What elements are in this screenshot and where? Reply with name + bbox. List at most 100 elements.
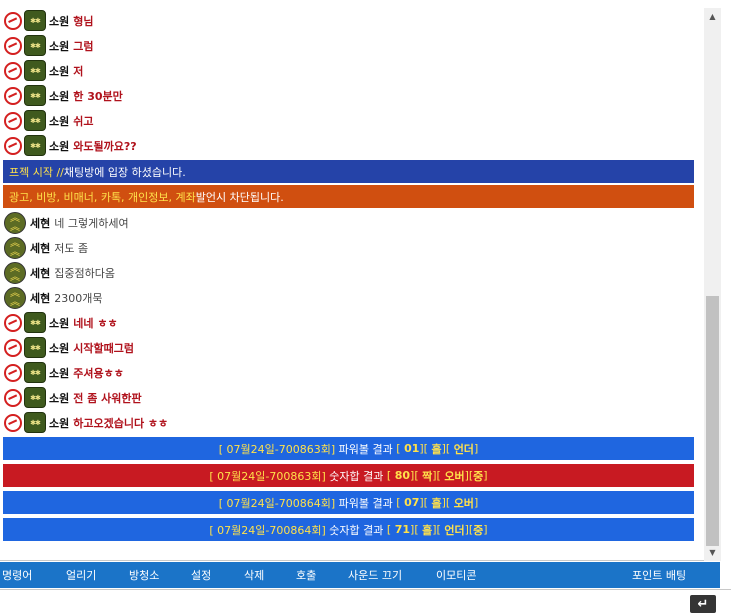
chat-message-list[interactable]: ✱✱ 소원 형님 ✱✱ 소원 그럼 ✱✱ 소원 저 ✱✱ 소원 한 30분만 ✱… (0, 8, 704, 561)
sergeant-chevron-icon: ︽ ︽ (4, 261, 26, 284)
chat-text: 집중점하다옴 (54, 266, 115, 280)
chat-message: ✱✱ 소원 한 30분만 (0, 83, 704, 108)
emoticon-menu[interactable]: 이모티콘 (436, 567, 476, 583)
freeze-menu[interactable]: 얼리기 (66, 567, 96, 583)
chat-username[interactable]: 소원 (49, 415, 69, 431)
notice-prefix: 프젝 시작 // (9, 165, 64, 179)
result-size: 중 (473, 523, 484, 537)
game-result-powerball: [ 07월24일-700864회] 파워볼 결과 [ 07] [ 홀] [ 오버… (3, 491, 694, 514)
anti-symbol-icon (4, 313, 22, 332)
anti-symbol-icon (4, 388, 22, 407)
chat-message: ✱✱ 소원 와도될까요?? (0, 133, 704, 158)
anti-symbol-icon (4, 111, 22, 130)
scroll-thumb[interactable] (706, 296, 719, 546)
chat-text: 2300개묵 (54, 291, 103, 305)
chat-message: ︽ ︽ 세현 2300개묵 (0, 285, 704, 310)
chat-text: 시작할때그럼 (73, 341, 134, 355)
chat-text: 그럼 (73, 39, 94, 53)
chat-text: 형님 (73, 14, 94, 28)
result-overunder: 언더 (453, 442, 474, 456)
anti-symbol-icon (4, 86, 22, 105)
result-game: 숫자합 결과 (329, 469, 384, 483)
chat-username[interactable]: 세현 (30, 215, 50, 231)
sergeant-chevron-icon: ︽ ︽ (4, 236, 26, 259)
result-overunder: 오버 (453, 496, 474, 510)
chat-text: 저 (73, 64, 84, 78)
enter-icon: ↵ (697, 596, 709, 612)
chat-username[interactable]: 소원 (49, 38, 69, 54)
chat-message: ︽ ︽ 세현 집중점하다옴 (0, 260, 704, 285)
chat-username[interactable]: 소원 (49, 138, 69, 154)
welcome-notice: 프젝 시작 // 채팅방에 입장 하셨습니다. (3, 160, 694, 183)
anti-symbol-icon (4, 61, 22, 80)
military-rank-icon: ✱✱ (24, 110, 46, 131)
chat-message: ✱✱ 소원 저 (0, 58, 704, 83)
window-edge (721, 0, 731, 561)
chat-username[interactable]: 세현 (30, 240, 50, 256)
send-button[interactable]: ↵ (690, 595, 716, 613)
chat-message: ✱✱ 소원 형님 (0, 8, 704, 33)
chat-text: 와도될까요?? (73, 139, 137, 153)
result-number: 07 (404, 496, 420, 509)
sergeant-chevron-icon: ︽ ︽ (4, 211, 26, 234)
chat-username[interactable]: 소원 (49, 13, 69, 29)
chat-username[interactable]: 소원 (49, 88, 69, 104)
anti-symbol-icon (4, 413, 22, 432)
result-overunder: 오버 (444, 469, 465, 483)
military-rank-icon: ✱✱ (24, 135, 46, 156)
military-rank-icon: ✱✱ (24, 60, 46, 81)
point-bet-menu[interactable]: 포인트 배팅 (632, 567, 686, 583)
result-oddeven: 짝 (422, 469, 433, 483)
chat-menu-bar: 명령어 얼리기 방청소 설정 삭제 호출 사운드 끄기 이모티콘 포인트 배팅 (0, 562, 720, 588)
clean-menu[interactable]: 방청소 (129, 567, 159, 583)
chat-input[interactable] (0, 589, 731, 613)
military-rank-icon: ✱✱ (24, 362, 46, 383)
chat-username[interactable]: 소원 (49, 365, 69, 381)
chat-username[interactable]: 소원 (49, 113, 69, 129)
result-game: 파워볼 결과 (338, 442, 393, 456)
sound-off-menu[interactable]: 사운드 끄기 (348, 567, 402, 583)
military-rank-icon: ✱✱ (24, 10, 46, 31)
chat-message: ︽ ︽ 세현 저도 좀 (0, 235, 704, 260)
military-rank-icon: ✱✱ (24, 337, 46, 358)
game-result-numbersum: [ 07월24일-700864회] 숫자합 결과 [ 71] [ 홀] [ 언더… (3, 518, 694, 541)
result-number: 80 (394, 469, 411, 482)
warning-notice: 광고, 비방, 비매너, 카톡, 개인정보, 계좌 발언시 차단됩니다. (3, 185, 694, 208)
notice-prefix: 광고, 비방, 비매너, 카톡, 개인정보, 계좌 (9, 190, 196, 204)
chat-username[interactable]: 소원 (49, 63, 69, 79)
chat-username[interactable]: 소원 (49, 315, 69, 331)
chat-message: ✱✱ 소원 전 좀 사워한판 (0, 385, 704, 410)
commands-menu[interactable]: 명령어 (2, 567, 32, 583)
chat-text: 네네 ㅎㅎ (73, 316, 118, 330)
chat-message: ✱✱ 소원 시작할때그럼 (0, 335, 704, 360)
chat-text: 주셔용ㅎㅎ (73, 366, 124, 380)
anti-symbol-icon (4, 136, 22, 155)
settings-menu[interactable]: 설정 (191, 567, 211, 583)
chat-text: 전 좀 사워한판 (73, 391, 142, 405)
call-menu[interactable]: 호출 (296, 567, 316, 583)
result-oddeven: 홀 (422, 523, 433, 537)
chat-text: 쉬고 (73, 114, 94, 128)
military-rank-icon: ✱✱ (24, 312, 46, 333)
chat-message: ✱✱ 소원 그럼 (0, 33, 704, 58)
delete-menu[interactable]: 삭제 (244, 567, 264, 583)
chat-username[interactable]: 세현 (30, 265, 50, 281)
chat-window: ✱✱ 소원 형님 ✱✱ 소원 그럼 ✱✱ 소원 저 ✱✱ 소원 한 30분만 ✱… (0, 0, 731, 561)
chat-message: ︽ ︽ 세현 네 그렇게하세여 (0, 210, 704, 235)
anti-symbol-icon (4, 338, 22, 357)
chat-username[interactable]: 소원 (49, 390, 69, 406)
game-result-numbersum: [ 07월24일-700863회] 숫자합 결과 [ 80] [ 짝] [ 오버… (3, 464, 694, 487)
result-overunder: 언더 (444, 523, 465, 537)
chat-username[interactable]: 세현 (30, 290, 50, 306)
result-round: [ 07월24일-700863회] (209, 469, 326, 483)
sergeant-chevron-icon: ︽ ︽ (4, 286, 26, 309)
scroll-up-arrow-icon[interactable]: ▲ (704, 8, 721, 25)
chat-username[interactable]: 소원 (49, 340, 69, 356)
result-round: [ 07월24일-700864회] (209, 523, 326, 537)
result-round: [ 07월24일-700863회] (218, 442, 336, 456)
result-number: 01 (404, 442, 420, 455)
scroll-down-arrow-icon[interactable]: ▼ (704, 544, 721, 561)
result-game: 숫자합 결과 (329, 523, 384, 537)
result-number: 71 (394, 523, 411, 536)
chat-scrollbar[interactable]: ▲ ▼ (704, 8, 721, 561)
